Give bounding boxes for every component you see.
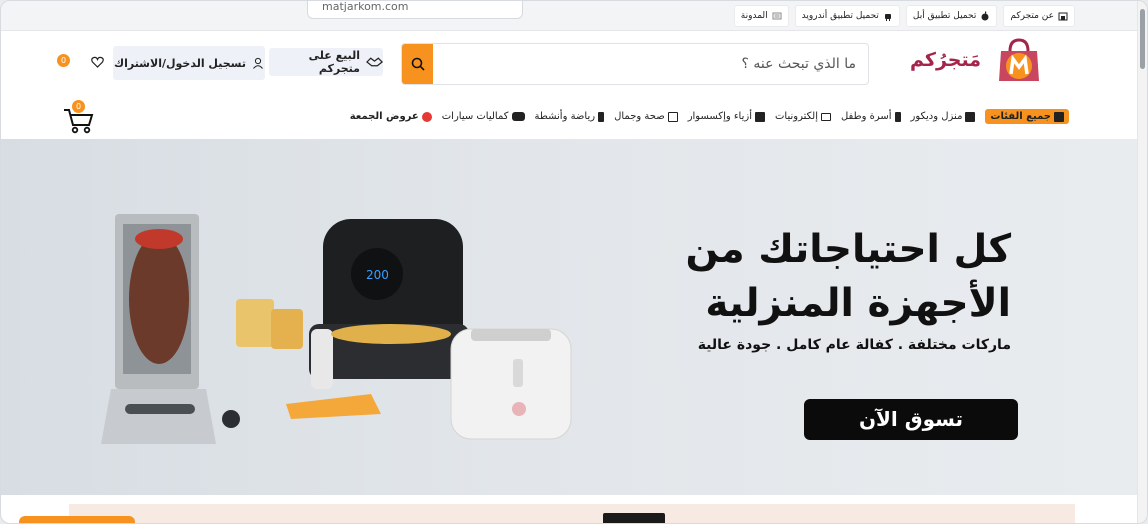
wishlist-button[interactable]: 0 — [57, 53, 107, 71]
nav-all-categories[interactable]: جميع الفئات — [985, 109, 1069, 124]
sell-on-store-button[interactable]: البيع على متجركم — [269, 48, 383, 76]
nav-label: جميع الفئات — [990, 111, 1051, 122]
sell-label: البيع على متجركم — [308, 49, 360, 75]
cart-button[interactable]: 0 — [63, 100, 97, 134]
nav-car-accessories[interactable]: كماليات سيارات — [442, 111, 525, 122]
hero-title: كل احتياجاتك من الأجهزة المنزلية — [651, 223, 1011, 331]
appliances-image: 200 — [101, 214, 572, 444]
nav-health-beauty[interactable]: صحة وجمال — [614, 111, 678, 122]
next-section-preview — [69, 504, 1075, 523]
cart-count-badge: 0 — [72, 100, 85, 113]
sport-icon — [598, 111, 605, 122]
nav-label: رياضة وأنشطة — [534, 111, 596, 122]
baby-icon — [894, 111, 901, 122]
nav-label: إلكترونيات — [775, 111, 818, 122]
page-scrollbar[interactable] — [1137, 1, 1147, 523]
laptop-icon — [820, 112, 831, 121]
top-links: عن متجركم تحميل تطبيق أبل تحميل تطبيق أن… — [733, 5, 1075, 27]
nav-label: صحة وجمال — [614, 111, 665, 122]
android-icon — [884, 14, 891, 21]
top-link-about[interactable]: عن متجركم — [1003, 5, 1075, 27]
hero-subtitle: ماركات مختلفة . كفالة عام كامل . جودة عا… — [697, 337, 1011, 353]
site-header: مَتجرُكم البيع على متجركم تسجيل الدخول/ا… — [1, 31, 1147, 95]
deal-icon — [421, 111, 432, 122]
search-box — [401, 43, 869, 85]
handshake-icon — [366, 57, 383, 67]
lamp-icon — [965, 111, 976, 122]
top-link-apple-label: تحميل تطبيق أبل — [912, 11, 977, 21]
nav-family-baby[interactable]: أسرة وطفل — [841, 111, 901, 122]
scrollbar-thumb[interactable] — [1140, 9, 1145, 69]
wishlist-count-badge: 0 — [57, 54, 70, 67]
hero-title-line1: كل احتياجاتك من — [685, 227, 1011, 272]
car-icon — [511, 112, 525, 121]
category-nav: جميع الفئات منزل وديكور أسرة وطفل إلكترو… — [1, 95, 1147, 137]
store-icon — [1058, 12, 1068, 21]
user-icon — [253, 57, 263, 69]
nav-label: منزل وديكور — [910, 111, 963, 122]
hero-banner: 200 كل احتياجاتك من الأجهزة المنزلية مار… — [1, 139, 1139, 495]
nav-label: عروض الجمعة — [349, 111, 419, 122]
top-link-about-label: عن متجركم — [1010, 11, 1054, 21]
nav-fashion[interactable]: أزياء وإكسسوار — [688, 111, 765, 122]
shop-now-button[interactable]: تسوق الآن — [804, 399, 1018, 440]
apple-icon — [981, 11, 989, 21]
search-button[interactable] — [402, 44, 433, 84]
top-link-blog-label: المدونة — [740, 11, 768, 21]
category-list: جميع الفئات منزل وديكور أسرة وطفل إلكترو… — [350, 109, 1069, 124]
search-input[interactable] — [436, 44, 856, 84]
nav-label: أزياء وإكسسوار — [687, 111, 752, 122]
login-signup-button[interactable]: تسجيل الدخول/الاشتراك — [113, 46, 265, 80]
top-link-android[interactable]: تحميل تطبيق أندرويد — [794, 5, 900, 27]
next-section-orange-tab — [19, 516, 135, 523]
nav-sports[interactable]: رياضة وأنشطة — [535, 111, 605, 122]
browser-frame: matjarkom.com عن متجركم تحميل تطبيق أبل … — [0, 0, 1148, 524]
blog-icon — [772, 12, 782, 20]
top-link-blog[interactable]: المدونة — [733, 5, 789, 27]
nav-label: كماليات سيارات — [441, 111, 509, 122]
nav-electronics[interactable]: إلكترونيات — [775, 111, 831, 122]
hero-title-line2: الأجهزة المنزلية — [705, 281, 1011, 326]
top-link-apple[interactable]: تحميل تطبيق أبل — [905, 5, 998, 27]
nav-home-decor[interactable]: منزل وديكور — [911, 111, 976, 122]
next-section-dark-block — [603, 513, 665, 523]
login-label: تسجيل الدخول/الاشتراك — [114, 56, 246, 70]
url-tooltip: matjarkom.com — [307, 1, 523, 19]
top-links-bar: matjarkom.com عن متجركم تحميل تطبيق أبل … — [1, 1, 1147, 31]
search-icon — [411, 57, 425, 71]
store-logo[interactable] — [993, 35, 1045, 87]
nav-friday-deals[interactable]: عروض الجمعة — [350, 111, 432, 122]
fryer-display: 200 — [366, 268, 389, 282]
grid-icon — [1054, 111, 1064, 122]
beauty-icon — [667, 111, 678, 122]
bag-icon — [755, 111, 765, 122]
top-link-android-label: تحميل تطبيق أندرويد — [801, 11, 879, 21]
brand-name: مَتجرُكم — [910, 49, 981, 71]
heart-icon — [91, 56, 104, 68]
nav-label: أسرة وطفل — [840, 111, 892, 122]
